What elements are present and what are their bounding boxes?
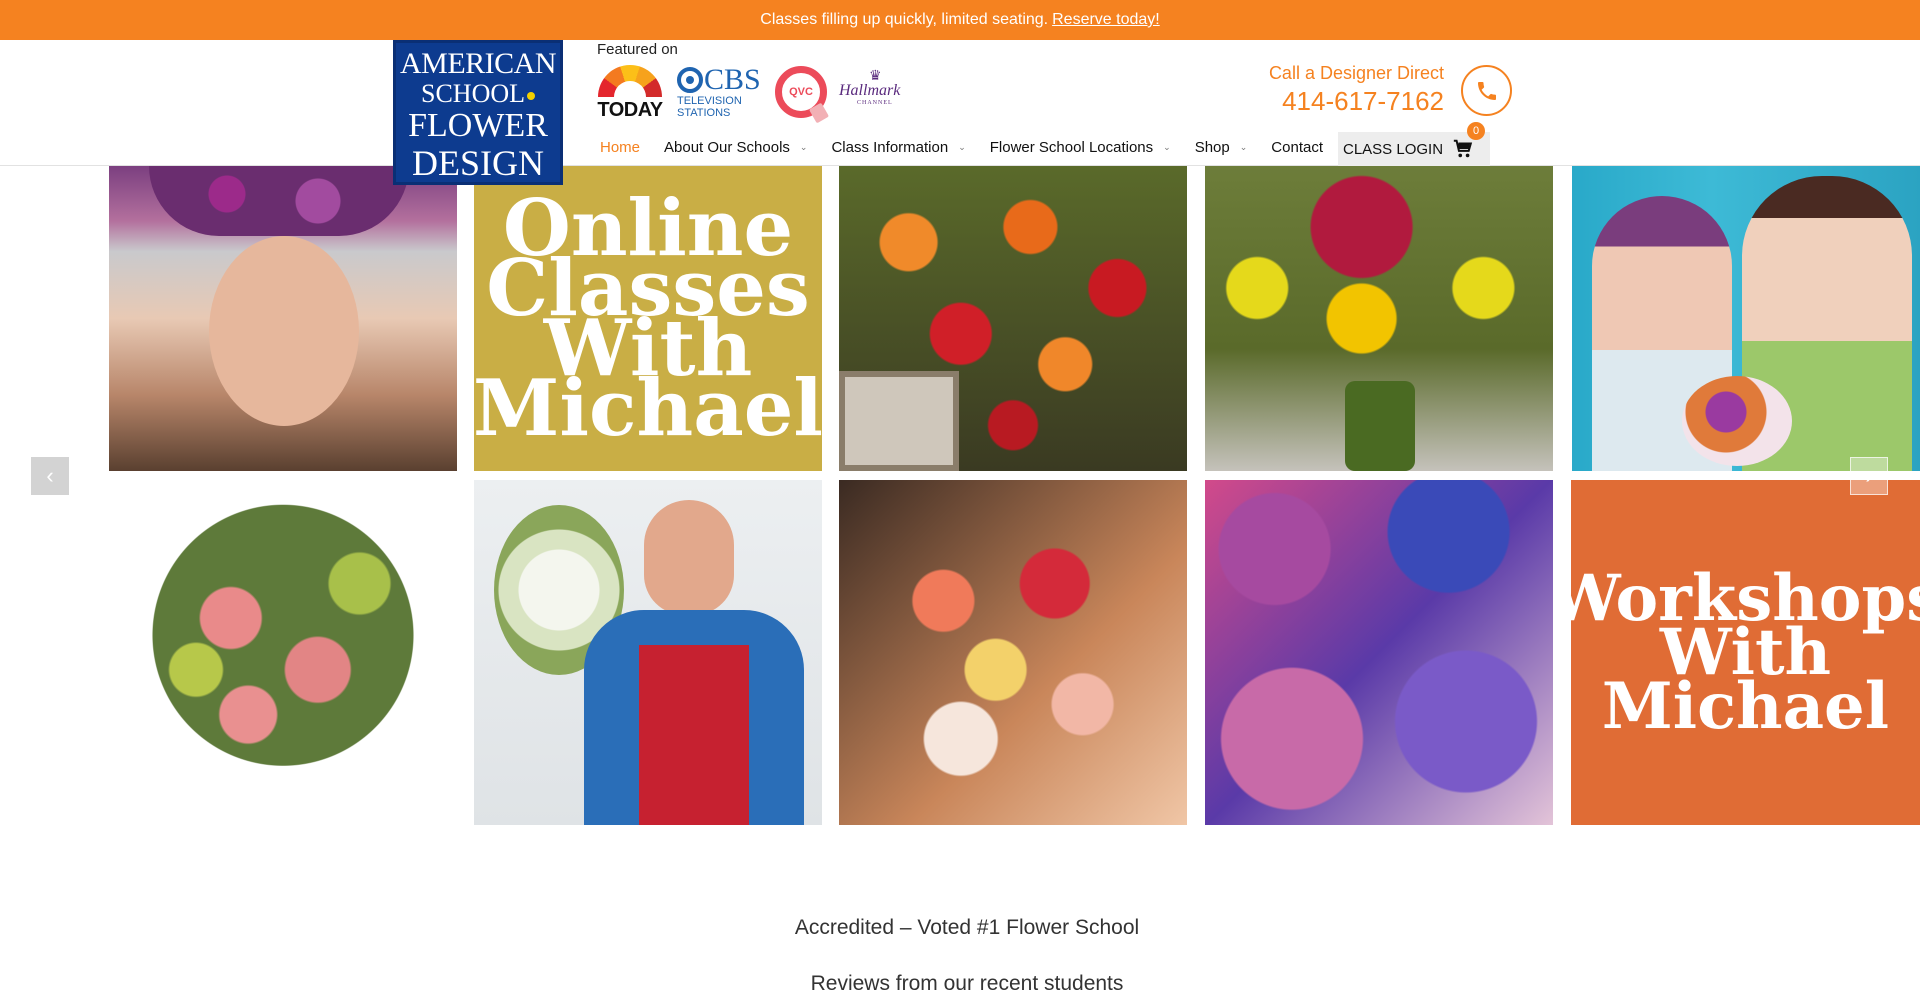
bouquet-shape [1682, 376, 1792, 466]
gallery-photo-bridesmaids[interactable] [1572, 166, 1920, 471]
workshops-tile[interactable]: Workshops With Michael [1571, 480, 1920, 825]
reserve-today-link[interactable]: Reserve today! [1052, 11, 1160, 29]
call-designer-label: Call a Designer Direct [1268, 63, 1444, 83]
logo-line-school: SCHOOL [396, 81, 560, 107]
gallery-photo-michael-with-flowers[interactable] [474, 480, 822, 825]
online-classes-tile[interactable]: Online Classes With Michael [474, 166, 822, 471]
man-head-shape [644, 500, 734, 615]
rainbow-icon [598, 65, 662, 97]
nav-item-home[interactable]: Home [588, 128, 652, 166]
chevron-down-icon: ⌄ [1239, 141, 1248, 152]
chevron-right-icon: › [1865, 463, 1873, 488]
chevron-down-icon: ⌄ [958, 141, 966, 152]
chevron-left-icon: ‹ [46, 463, 54, 488]
today-show-logo: TODAY [595, 63, 665, 121]
shopping-cart-icon[interactable] [1452, 138, 1474, 160]
gallery-photo-calla-lily-bouquet[interactable] [1205, 166, 1553, 471]
announcement-bar: Classes filling up quickly, limited seat… [0, 0, 1920, 40]
phone-button[interactable] [1461, 65, 1512, 116]
nav-item-about-our-schools[interactable]: About Our Schools ⌄ [652, 128, 819, 166]
school-logo[interactable]: AMERICAN SCHOOL FLOWER DESIGN [393, 40, 563, 185]
gallery-photo-mixed-bouquet[interactable] [839, 480, 1187, 825]
media-logos: TODAY CBS TELEVISION STATIONS QVC ♛ Hallm… [595, 62, 915, 122]
nav-item-contact[interactable]: Contact [1259, 128, 1335, 166]
carousel-next-button[interactable]: › [1850, 457, 1888, 495]
face-shape [209, 236, 359, 426]
cbs-logo: CBS TELEVISION STATIONS [677, 63, 761, 119]
flower-crown-shape [149, 166, 409, 236]
announcement-text: Classes filling up quickly, limited seat… [760, 11, 1049, 28]
nav-item-flower-school-locations[interactable]: Flower School Locations ⌄ [978, 128, 1183, 166]
qvc-logo: QVC [775, 66, 827, 118]
logo-line-flower: FLOWER [408, 107, 548, 144]
vintage-photo-frame [839, 371, 959, 471]
nav-item-class-information[interactable]: Class Information ⌄ [819, 128, 977, 166]
flower-stems [1345, 381, 1415, 471]
reviews-heading: Reviews from our recent students [810, 972, 1124, 993]
accredited-heading: Accredited – Voted #1 Flower School [794, 916, 1140, 939]
carousel-prev-button[interactable]: ‹ [31, 457, 69, 495]
gallery-photo-rose-bouquet[interactable] [839, 166, 1187, 471]
gallery-photo-rainbow-roses[interactable] [1205, 480, 1553, 825]
crown-icon: ♛ [869, 69, 882, 84]
featured-on-label: Featured on [597, 41, 678, 58]
nav-item-shop[interactable]: Shop ⌄ [1183, 128, 1260, 166]
phone-number-link[interactable]: 414-617-7162 [1200, 86, 1444, 117]
cbs-eye-icon [677, 67, 703, 93]
main-nav: Home About Our Schools ⌄ Class Informatio… [588, 128, 1335, 166]
gallery-photo-flower-crown-girl[interactable] [109, 166, 457, 471]
logo-line-design: DESIGN [412, 143, 544, 183]
cart-count-badge: 0 [1467, 122, 1485, 140]
chevron-down-icon: ⌄ [799, 141, 808, 152]
logo-line-american: AMERICAN [399, 47, 557, 80]
chevron-down-icon: ⌄ [1163, 141, 1171, 152]
hallmark-channel-logo: ♛ Hallmark CHANNEL [839, 69, 901, 106]
red-apron-shape [639, 645, 749, 825]
phone-icon [1477, 81, 1496, 100]
logo-dot-icon [527, 92, 535, 101]
gallery-photo-pink-rose-bouquet[interactable] [109, 480, 457, 825]
